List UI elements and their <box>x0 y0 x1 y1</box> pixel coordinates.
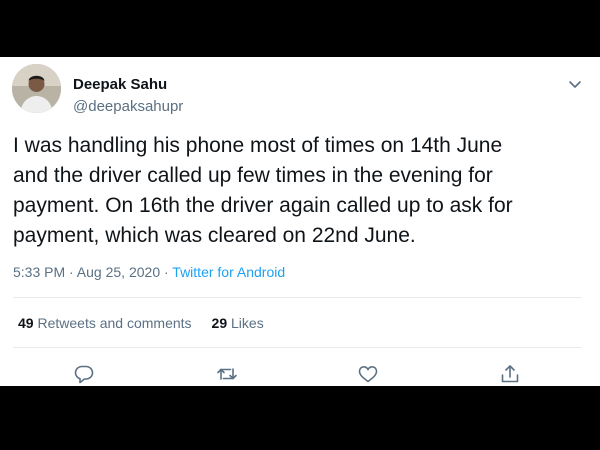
retweets-count: 49 <box>18 315 34 331</box>
avatar-image <box>12 64 61 113</box>
retweets-stat[interactable]: 49 Retweets and comments <box>18 315 192 331</box>
tweet-header: Deepak Sahu @deepaksahupr <box>12 64 588 116</box>
share-icon[interactable] <box>499 363 521 385</box>
chevron-down-icon[interactable] <box>565 74 585 94</box>
avatar[interactable] <box>12 64 61 113</box>
divider <box>13 297 582 298</box>
tweet-card: Deepak Sahu @deepaksahupr I was handling… <box>0 57 600 386</box>
author-name[interactable]: Deepak Sahu <box>73 76 167 93</box>
tweet-timestamp[interactable]: 5:33 PM · Aug 25, 2020 · <box>13 264 172 280</box>
reply-icon[interactable] <box>73 363 95 385</box>
tweet-text-line: payment, which was cleared on 22nd June. <box>13 224 416 247</box>
tweet-text-line: payment. On 16th the driver again called… <box>13 194 513 217</box>
retweet-icon[interactable] <box>216 363 238 385</box>
tweet-text: I was handling his phone most of times o… <box>13 131 589 251</box>
tweet-stats: 49 Retweets and comments 29 Likes <box>18 315 264 331</box>
tweet-source-link[interactable]: Twitter for Android <box>172 264 285 280</box>
tweet-meta: 5:33 PM · Aug 25, 2020 · Twitter for And… <box>13 264 285 280</box>
likes-count: 29 <box>211 315 228 331</box>
likes-label: Likes <box>231 315 264 331</box>
author-handle[interactable]: @deepaksahupr <box>73 98 183 115</box>
tweet-text-line: I was handling his phone most of times o… <box>13 134 503 157</box>
likes-stat[interactable]: 29 Likes <box>212 315 264 331</box>
divider <box>13 347 582 348</box>
tweet-text-line: and the driver called up few times in th… <box>13 164 493 187</box>
heart-icon[interactable] <box>357 363 379 385</box>
retweets-label: Retweets and comments <box>37 315 192 331</box>
